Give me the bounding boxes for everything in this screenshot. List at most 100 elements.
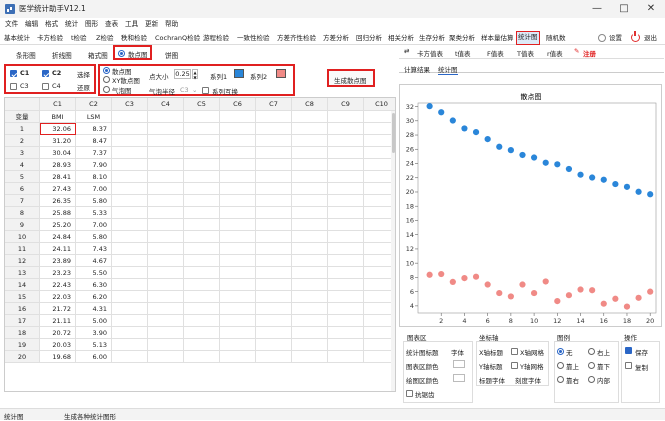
copy-button[interactable]: 复制	[635, 362, 648, 372]
var-name-cell[interactable]	[256, 111, 292, 123]
table-cell[interactable]: 6.30	[76, 279, 112, 291]
table-cell[interactable]	[220, 243, 256, 255]
table-cell[interactable]	[148, 327, 184, 339]
point-size-spinner[interactable]: ▲ ▼	[192, 69, 198, 80]
table-cell[interactable]: 5.50	[76, 267, 112, 279]
table-cell[interactable]	[220, 183, 256, 195]
table-cell[interactable]	[220, 351, 256, 363]
table-cell[interactable]: 6.20	[76, 291, 112, 303]
table-cell[interactable]	[112, 159, 148, 171]
table-cell[interactable]	[112, 315, 148, 327]
table-cell[interactable]	[184, 267, 220, 279]
gear-icon[interactable]	[598, 34, 606, 42]
table-cell[interactable]: 5.33	[76, 207, 112, 219]
table-cell[interactable]: 8.47	[76, 135, 112, 147]
series2-color-swatch[interactable]	[276, 69, 286, 78]
table-cell[interactable]	[292, 255, 328, 267]
column-header[interactable]: C3	[112, 98, 148, 111]
table-cell[interactable]	[220, 279, 256, 291]
tool-cluster[interactable]: 聚类分析	[449, 31, 475, 45]
table-cell[interactable]	[112, 171, 148, 183]
var-name-cell[interactable]	[148, 111, 184, 123]
row-header[interactable]: 1	[5, 123, 40, 135]
tool-homogeneity[interactable]: 方差齐性检验	[277, 31, 316, 45]
table-cell[interactable]	[184, 291, 220, 303]
table-cell[interactable]: 6.00	[76, 351, 112, 363]
table-cell[interactable]	[220, 291, 256, 303]
table-cell[interactable]	[256, 303, 292, 315]
table-cell[interactable]	[112, 303, 148, 315]
table-cell[interactable]: 20.72	[40, 327, 76, 339]
table-cell[interactable]	[256, 123, 292, 135]
table-cell[interactable]: 23.23	[40, 267, 76, 279]
tool-consistency[interactable]: 一致性检验	[237, 31, 270, 45]
table-cell[interactable]	[220, 159, 256, 171]
legend-none-radio[interactable]	[557, 348, 564, 355]
tool-rank-sum[interactable]: 秩和检验	[121, 31, 147, 45]
table-cell[interactable]	[148, 279, 184, 291]
table-cell[interactable]	[148, 171, 184, 183]
table-cell[interactable]	[184, 243, 220, 255]
row-header[interactable]: 14	[5, 279, 40, 291]
tab-line-chart[interactable]: 折线图	[52, 50, 72, 60]
table-cell[interactable]	[148, 315, 184, 327]
c2-checkbox[interactable]	[42, 70, 49, 77]
table-cell[interactable]	[112, 279, 148, 291]
table-cell[interactable]	[184, 171, 220, 183]
c3-checkbox[interactable]	[10, 83, 17, 90]
table-cell[interactable]: 28.93	[40, 159, 76, 171]
bubble-radio[interactable]	[103, 86, 110, 93]
table-cell[interactable]	[292, 303, 328, 315]
table-cell[interactable]	[256, 159, 292, 171]
select-button[interactable]: 选择	[77, 69, 90, 79]
table-cell[interactable]	[256, 315, 292, 327]
maximize-button[interactable]: □	[612, 2, 636, 16]
table-cell[interactable]: 7.00	[76, 183, 112, 195]
power-icon[interactable]	[631, 31, 640, 42]
table-cell[interactable]: 23.89	[40, 255, 76, 267]
table-cell[interactable]: 20.03	[40, 339, 76, 351]
table-cell[interactable]	[112, 291, 148, 303]
column-header[interactable]: C9	[328, 98, 364, 111]
table-cell[interactable]	[220, 267, 256, 279]
table-cell[interactable]	[148, 135, 184, 147]
table-cell[interactable]	[256, 207, 292, 219]
table-cell[interactable]	[112, 183, 148, 195]
c1-checkbox[interactable]	[10, 70, 17, 77]
chart-color-swatch[interactable]	[453, 360, 465, 368]
table-cell[interactable]	[292, 351, 328, 363]
table-cell[interactable]	[292, 267, 328, 279]
table-cell[interactable]	[328, 327, 364, 339]
table-cell[interactable]	[256, 279, 292, 291]
tick-font-button[interactable]: 刻度字体	[515, 375, 541, 385]
table-cell[interactable]	[184, 123, 220, 135]
table-cell[interactable]: 21.11	[40, 315, 76, 327]
tool-survival[interactable]: 生存分析	[419, 31, 445, 45]
row-header[interactable]: 4	[5, 159, 40, 171]
tab-t-table[interactable]: t值表	[455, 48, 471, 58]
table-cell[interactable]	[292, 147, 328, 159]
table-cell[interactable]	[148, 159, 184, 171]
tab-pie-chart[interactable]: 饼图	[165, 50, 178, 60]
table-cell[interactable]	[328, 135, 364, 147]
menu-graph[interactable]: 图形	[85, 18, 98, 30]
table-cell[interactable]	[112, 255, 148, 267]
table-cell[interactable]: 3.90	[76, 327, 112, 339]
register-icon[interactable]: ✎	[574, 47, 579, 55]
table-cell[interactable]	[256, 255, 292, 267]
table-cell[interactable]	[328, 147, 364, 159]
legend-right-top-radio[interactable]	[588, 348, 595, 355]
x-grid-checkbox[interactable]	[511, 348, 518, 355]
table-cell[interactable]	[112, 267, 148, 279]
menu-stats[interactable]: 统计	[65, 18, 78, 30]
table-cell[interactable]	[184, 159, 220, 171]
generate-scatter-button[interactable]: 生成散点图	[327, 69, 375, 87]
tool-correlation[interactable]: 相关分析	[388, 31, 414, 45]
table-cell[interactable]	[184, 219, 220, 231]
data-grid[interactable]: C1 C2 C3 C4 C5 C6 C7 C8 C9 C10 变量 BMI LSM 1 32.06 8.37 2…	[4, 97, 396, 392]
table-cell[interactable]: 24.84	[40, 231, 76, 243]
tool-sample-size[interactable]: 样本量估算	[481, 31, 514, 45]
row-header[interactable]: 17	[5, 315, 40, 327]
tab-bar-chart[interactable]: 条形图	[16, 50, 36, 60]
table-cell[interactable]	[112, 135, 148, 147]
